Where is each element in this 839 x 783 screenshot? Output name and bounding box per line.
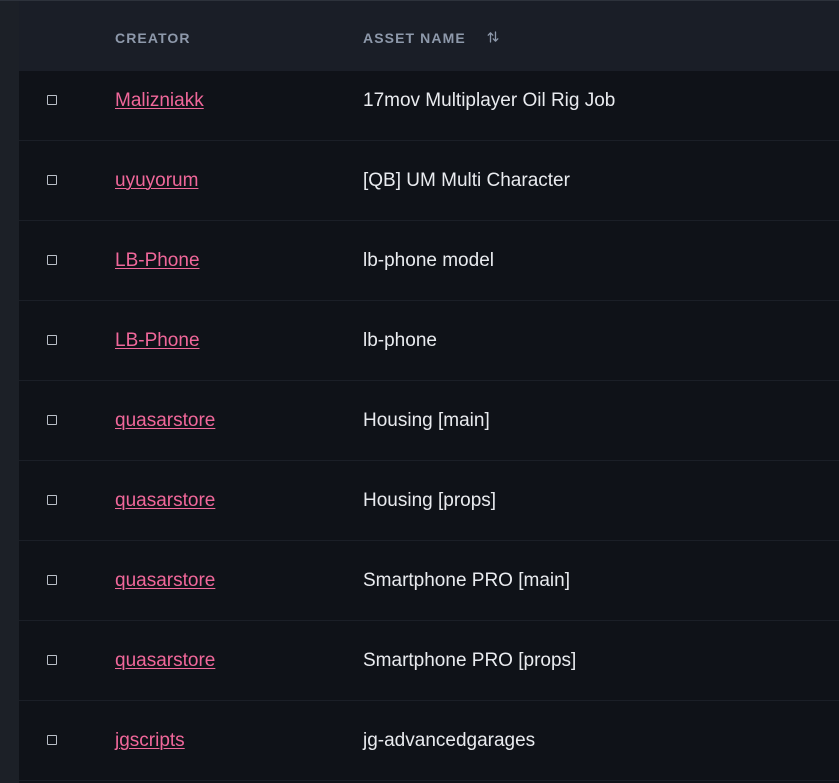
row-select-checkbox[interactable] (47, 255, 57, 265)
row-select-checkbox[interactable] (47, 335, 57, 345)
creator-link[interactable]: quasarstore (115, 650, 215, 672)
row-select-checkbox[interactable] (47, 655, 57, 665)
row-select-checkbox[interactable] (47, 95, 57, 105)
table-row: quasarstore Housing [props] (19, 461, 839, 541)
assets-table: CREATOR ASSET NAME Malizniakk 17mov Multi… (19, 1, 839, 783)
creator-link[interactable]: LB-Phone (115, 330, 200, 352)
column-header-asset-name[interactable]: ASSET NAME (363, 29, 466, 47)
asset-name: Smartphone PRO [props] (363, 650, 577, 671)
sort-arrows-icon[interactable] (487, 30, 499, 44)
table-row: LB-Phone lb-phone (19, 301, 839, 381)
asset-name: jg-advancedgarages (363, 730, 536, 751)
table-row: Malizniakk 17mov Multiplayer Oil Rig Job (19, 61, 839, 141)
asset-name: lb-phone (363, 330, 437, 351)
column-header-creator: CREATOR (115, 30, 191, 46)
creator-link[interactable]: quasarstore (115, 490, 215, 512)
asset-name: [QB] UM Multi Character (363, 170, 570, 191)
asset-name: 17mov Multiplayer Oil Rig Job (363, 90, 616, 111)
creator-link[interactable]: jgscripts (115, 730, 185, 752)
page-frame: CREATOR ASSET NAME Malizniakk 17mov Multi… (0, 0, 839, 783)
row-select-checkbox[interactable] (47, 495, 57, 505)
asset-name: lb-phone model (363, 250, 494, 271)
asset-name: Smartphone PRO [main] (363, 570, 570, 591)
creator-link[interactable]: quasarstore (115, 570, 215, 592)
table-row: jgscripts jg-advancedgarages (19, 701, 839, 781)
table-row: quasarstore Housing [main] (19, 381, 839, 461)
creator-link[interactable]: quasarstore (115, 410, 215, 432)
row-select-checkbox[interactable] (47, 575, 57, 585)
table-row: LB-Phone lb-phone model (19, 221, 839, 301)
table-row: uyuyorum [QB] UM Multi Character (19, 141, 839, 221)
table-row: quasarstore Smartphone PRO [props] (19, 621, 839, 701)
creator-link[interactable]: uyuyorum (115, 170, 198, 192)
row-select-checkbox[interactable] (47, 175, 57, 185)
asset-name: Housing [main] (363, 410, 490, 431)
table-row: quasarstore Smartphone PRO [main] (19, 541, 839, 621)
asset-name: Housing [props] (363, 490, 497, 511)
row-select-checkbox[interactable] (47, 415, 57, 425)
creator-link[interactable]: LB-Phone (115, 250, 200, 272)
creator-link[interactable]: Malizniakk (115, 90, 204, 112)
row-select-checkbox[interactable] (47, 735, 57, 745)
